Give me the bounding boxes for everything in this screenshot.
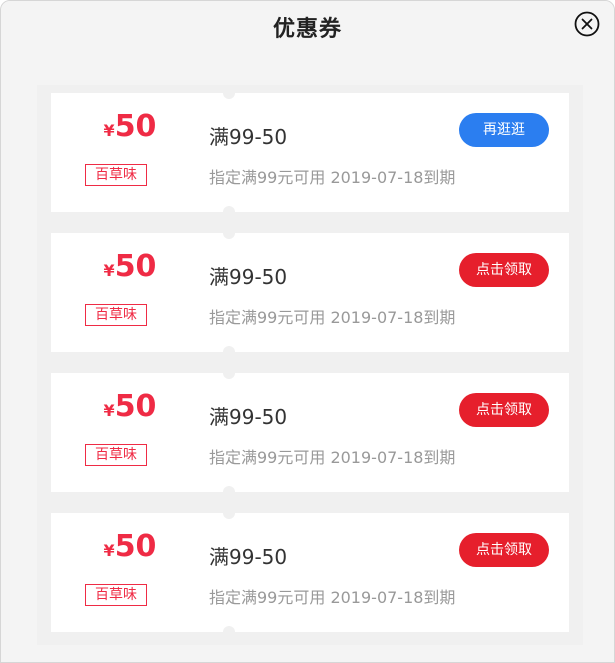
claim-button[interactable]: 点击领取 xyxy=(459,253,549,287)
coupon-title: 满99-50 xyxy=(209,545,288,569)
coupon-title: 满99-50 xyxy=(209,405,288,429)
coupon-title: 满99-50 xyxy=(209,265,288,289)
brand-tag: 百草味 xyxy=(85,164,147,186)
coupon-card: ¥50 百草味 满99-50 指定满99元可用 2019-07-18到期 点击领… xyxy=(51,227,569,358)
coupon-description: 指定满99元可用 2019-07-18到期 xyxy=(209,448,456,467)
modal-title: 优惠券 xyxy=(272,17,342,42)
coupon-amount: ¥50 xyxy=(103,249,157,284)
brand-tag: 百草味 xyxy=(85,584,147,606)
coupon-amount: ¥50 xyxy=(103,389,157,424)
brand-tag: 百草味 xyxy=(85,444,147,466)
coupon-amount: ¥50 xyxy=(103,109,157,144)
coupon-description: 指定满99元可用 2019-07-18到期 xyxy=(209,588,456,607)
coupon-modal: 优惠券 ¥50 百草味 满99-50 指定满99元可用 2019-07-18到期… xyxy=(0,0,615,663)
coupon-amount: ¥50 xyxy=(103,529,157,564)
coupon-description: 指定满99元可用 2019-07-18到期 xyxy=(209,308,456,327)
brand-tag: 百草味 xyxy=(85,304,147,326)
close-button[interactable] xyxy=(574,11,600,37)
modal-header: 优惠券 xyxy=(1,1,614,85)
close-circle-icon xyxy=(574,11,600,37)
coupon-title: 满99-50 xyxy=(209,125,288,149)
coupon-card: ¥50 百草味 满99-50 指定满99元可用 2019-07-18到期 再逛逛 xyxy=(51,87,569,218)
claim-button[interactable]: 点击领取 xyxy=(459,533,549,567)
coupon-description: 指定满99元可用 2019-07-18到期 xyxy=(209,168,456,187)
claim-button[interactable]: 点击领取 xyxy=(459,393,549,427)
coupon-card: ¥50 百草味 满99-50 指定满99元可用 2019-07-18到期 点击领… xyxy=(51,367,569,498)
browse-more-button[interactable]: 再逛逛 xyxy=(459,113,549,147)
coupon-card: ¥50 百草味 满99-50 指定满99元可用 2019-07-18到期 点击领… xyxy=(51,507,569,638)
